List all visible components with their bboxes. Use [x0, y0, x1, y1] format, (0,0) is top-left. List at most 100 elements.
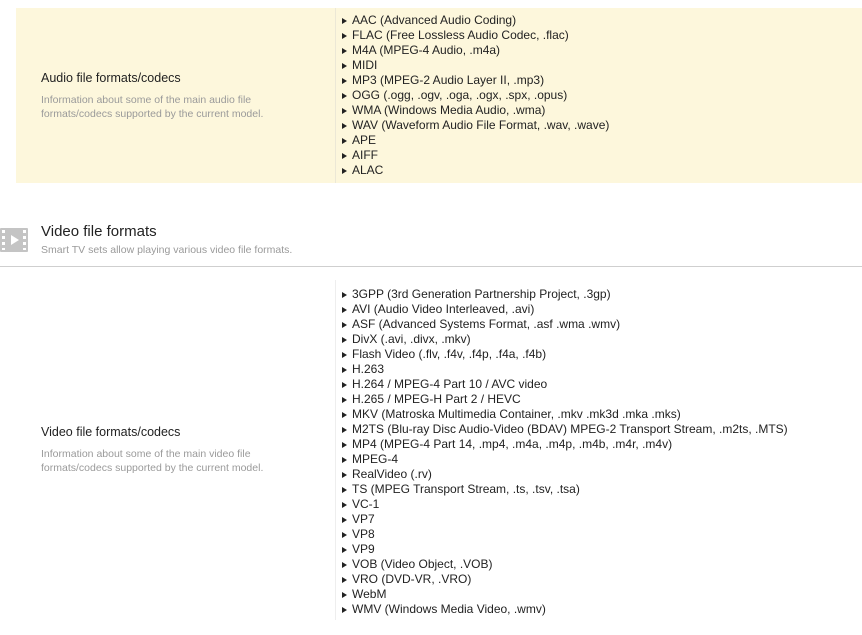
list-item: H.264 / MPEG-4 Part 10 / AVC video	[341, 377, 788, 392]
list-item-label: VRO (DVD-VR, .VRO)	[352, 572, 472, 586]
list-item-label: TS (MPEG Transport Stream, .ts, .tsv, .t…	[352, 482, 580, 496]
list-item-label: H.263	[352, 362, 385, 376]
audio-formats-description: Information about some of the main audio…	[41, 93, 264, 120]
list-item: AIFF	[341, 148, 609, 163]
list-item-label: DivX (.avi, .divx, .mkv)	[352, 332, 471, 346]
list-item-label: Flash Video (.flv, .f4v, .f4p, .f4a, .f4…	[352, 347, 547, 361]
list-item: RealVideo (.rv)	[341, 467, 788, 482]
audio-formats-label-cell: Audio file formats/codecs Information ab…	[16, 8, 336, 183]
triangle-bullet-icon	[342, 137, 347, 144]
list-item: APE	[341, 133, 609, 148]
triangle-bullet-icon	[342, 471, 347, 478]
list-item: Flash Video (.flv, .f4v, .f4p, .f4a, .f4…	[341, 347, 788, 362]
triangle-bullet-icon	[342, 306, 347, 313]
list-item: MIDI	[341, 58, 609, 73]
triangle-bullet-icon	[342, 546, 347, 553]
list-item: DivX (.avi, .divx, .mkv)	[341, 332, 788, 347]
video-formats-list: 3GPP (3rd Generation Partnership Project…	[336, 280, 788, 620]
list-item-label: AAC (Advanced Audio Coding)	[352, 13, 517, 27]
spec-page: Audio file formats/codecs Information ab…	[0, 0, 862, 635]
list-item: FLAC (Free Lossless Audio Codec, .flac)	[341, 28, 609, 43]
list-item-label: RealVideo (.rv)	[352, 467, 432, 481]
list-item: ALAC	[341, 163, 609, 178]
list-item-label: VP9	[352, 542, 375, 556]
list-item: VP8	[341, 527, 788, 542]
video-section-subtitle: Smart TV sets allow playing various vide…	[41, 244, 293, 256]
list-item: H.263	[341, 362, 788, 377]
list-item: WebM	[341, 587, 788, 602]
list-item-label: H.264 / MPEG-4 Part 10 / AVC video	[352, 377, 548, 391]
list-item: MPEG-4	[341, 452, 788, 467]
triangle-bullet-icon	[342, 411, 347, 418]
triangle-bullet-icon	[342, 381, 347, 388]
list-item: AAC (Advanced Audio Coding)	[341, 13, 609, 28]
film-icon	[0, 228, 28, 252]
list-item: MP3 (MPEG-2 Audio Layer II, .mp3)	[341, 73, 609, 88]
list-item-label: VOB (Video Object, .VOB)	[352, 557, 493, 571]
list-item-label: ALAC	[352, 163, 384, 177]
triangle-bullet-icon	[342, 32, 347, 39]
list-item: MP4 (MPEG-4 Part 14, .mp4, .m4a, .m4p, .…	[341, 437, 788, 452]
triangle-bullet-icon	[342, 576, 347, 583]
list-item-label: APE	[352, 133, 377, 147]
video-formats-description: Information about some of the main video…	[41, 448, 264, 474]
list-item: ASF (Advanced Systems Format, .asf .wma …	[341, 317, 788, 332]
list-item-label: WMA (Windows Media Audio, .wma)	[352, 103, 546, 117]
audio-formats-title: Audio file formats/codecs	[41, 70, 181, 85]
list-item: VOB (Video Object, .VOB)	[341, 557, 788, 572]
triangle-bullet-icon	[342, 47, 347, 54]
list-item: M2TS (Blu-ray Disc Audio-Video (BDAV) MP…	[341, 422, 788, 437]
list-item-label: ASF (Advanced Systems Format, .asf .wma …	[352, 317, 621, 331]
list-item-label: VC-1	[352, 497, 380, 511]
video-formats-row: Video file formats/codecs Information ab…	[16, 280, 862, 620]
list-item-label: H.265 / MPEG-H Part 2 / HEVC	[352, 392, 521, 406]
triangle-bullet-icon	[342, 591, 347, 598]
triangle-bullet-icon	[342, 441, 347, 448]
triangle-bullet-icon	[342, 167, 347, 174]
triangle-bullet-icon	[342, 92, 347, 99]
triangle-bullet-icon	[342, 152, 347, 159]
list-item: VP9	[341, 542, 788, 557]
list-item: VRO (DVD-VR, .VRO)	[341, 572, 788, 587]
list-item-label: OGG (.ogg, .ogv, .oga, .ogx, .spx, .opus…	[352, 88, 568, 102]
list-item: VC-1	[341, 497, 788, 512]
triangle-bullet-icon	[342, 291, 347, 298]
list-item: WAV (Waveform Audio File Format, .wav, .…	[341, 118, 609, 133]
list-item: MKV (Matroska Multimedia Container, .mkv…	[341, 407, 788, 422]
list-item: M4A (MPEG-4 Audio, .m4a)	[341, 43, 609, 58]
list-item-label: FLAC (Free Lossless Audio Codec, .flac)	[352, 28, 569, 42]
video-section-title: Video file formats	[41, 223, 157, 240]
triangle-bullet-icon	[342, 17, 347, 24]
triangle-bullet-icon	[342, 336, 347, 343]
triangle-bullet-icon	[342, 456, 347, 463]
triangle-bullet-icon	[342, 501, 347, 508]
list-item: OGG (.ogg, .ogv, .oga, .ogx, .spx, .opus…	[341, 88, 609, 103]
triangle-bullet-icon	[342, 351, 347, 358]
audio-formats-list: AAC (Advanced Audio Coding) FLAC (Free Lo…	[336, 8, 609, 183]
list-item-label: M2TS (Blu-ray Disc Audio-Video (BDAV) MP…	[352, 422, 788, 436]
triangle-bullet-icon	[342, 426, 347, 433]
list-item-label: 3GPP (3rd Generation Partnership Project…	[352, 287, 611, 301]
list-item-label: MP3 (MPEG-2 Audio Layer II, .mp3)	[352, 73, 545, 87]
triangle-bullet-icon	[342, 122, 347, 129]
audio-formats-row: Audio file formats/codecs Information ab…	[16, 8, 862, 183]
list-item-label: WMV (Windows Media Video, .wmv)	[352, 602, 546, 616]
list-item: VP7	[341, 512, 788, 527]
list-item-label: AVI (Audio Video Interleaved, .avi)	[352, 302, 535, 316]
triangle-bullet-icon	[342, 77, 347, 84]
list-item: TS (MPEG Transport Stream, .ts, .tsv, .t…	[341, 482, 788, 497]
triangle-bullet-icon	[342, 606, 347, 613]
list-item-label: VP8	[352, 527, 375, 541]
triangle-bullet-icon	[342, 486, 347, 493]
triangle-bullet-icon	[342, 531, 347, 538]
triangle-bullet-icon	[342, 62, 347, 69]
list-item-label: MPEG-4	[352, 452, 399, 466]
list-item-label: AIFF	[352, 148, 378, 162]
triangle-bullet-icon	[342, 561, 347, 568]
list-item: H.265 / MPEG-H Part 2 / HEVC	[341, 392, 788, 407]
video-section-header: Video file formats Smart TV sets allow p…	[0, 218, 862, 267]
triangle-bullet-icon	[342, 366, 347, 373]
list-item-label: MKV (Matroska Multimedia Container, .mkv…	[352, 407, 681, 421]
list-item-label: MIDI	[352, 58, 378, 72]
list-item-label: MP4 (MPEG-4 Part 14, .mp4, .m4a, .m4p, .…	[352, 437, 673, 451]
